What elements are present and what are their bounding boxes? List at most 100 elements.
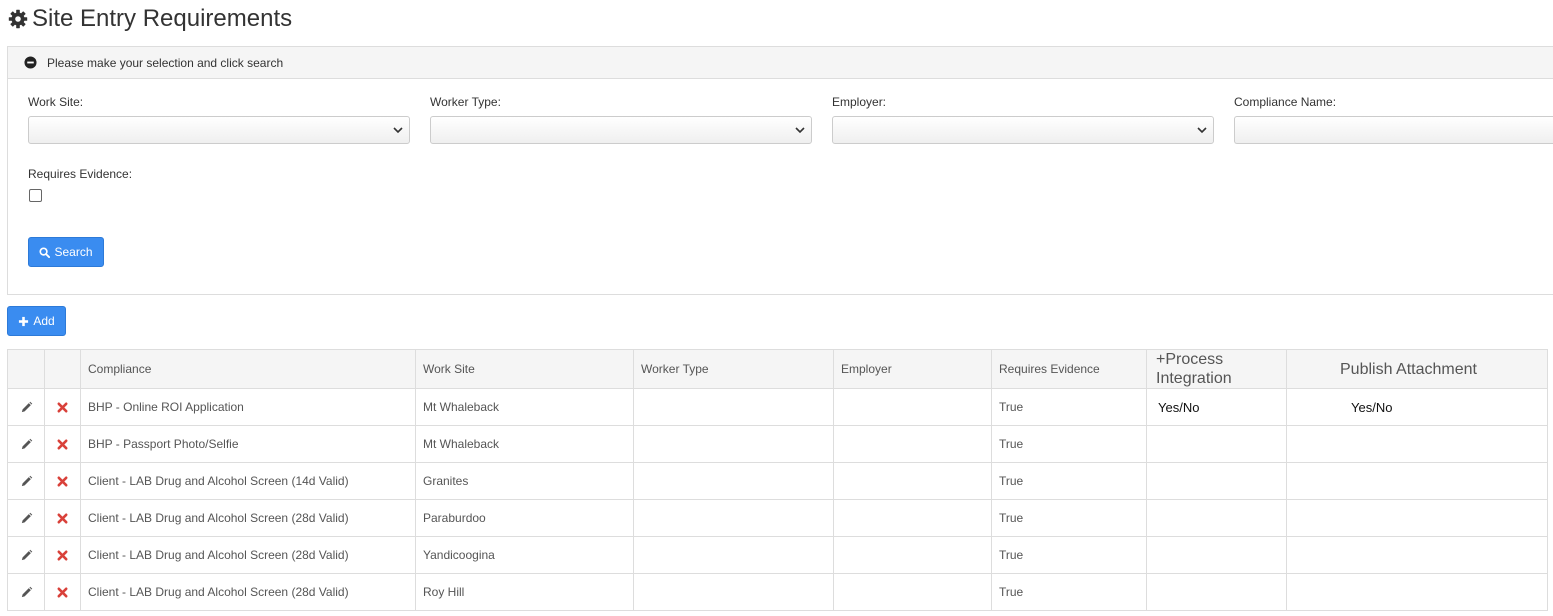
delete-cell	[44, 573, 81, 611]
requires-evidence-cell: True	[991, 388, 1147, 426]
employer-select[interactable]	[832, 116, 1214, 144]
search-panel-header[interactable]: Please make your selection and click sea…	[8, 47, 1553, 79]
work-site-cell: Paraburdoo	[415, 499, 634, 537]
pencil-icon[interactable]	[20, 586, 33, 599]
process-integration-cell	[1146, 499, 1287, 537]
table-row: Client - LAB Drug and Alcohol Screen (14…	[7, 462, 1548, 500]
header-requires-evidence[interactable]: Requires Evidence	[991, 349, 1147, 389]
compliance-cell: Client - LAB Drug and Alcohol Screen (28…	[80, 499, 416, 537]
publish-attachment-cell	[1286, 573, 1548, 611]
header-work-site[interactable]: Work Site	[415, 349, 634, 389]
header-process-integration: +Process Integration	[1146, 349, 1287, 389]
page-header: Site Entry Requirements	[8, 4, 292, 34]
header-delete	[44, 349, 81, 389]
requires-evidence-cell: True	[991, 536, 1147, 574]
employer-cell	[833, 499, 992, 537]
delete-cell	[44, 499, 81, 537]
publish-attachment-cell	[1286, 499, 1548, 537]
process-integration-cell	[1146, 425, 1287, 463]
edit-cell	[7, 536, 45, 574]
requires-evidence-cell: True	[991, 425, 1147, 463]
header-compliance[interactable]: Compliance	[80, 349, 416, 389]
work-site-label: Work Site:	[28, 95, 84, 109]
employer-label: Employer:	[832, 95, 887, 109]
search-icon	[39, 246, 51, 258]
pencil-icon[interactable]	[20, 512, 33, 525]
search-panel-title: Please make your selection and click sea…	[47, 55, 284, 70]
page-title: Site Entry Requirements	[32, 5, 293, 32]
requires-evidence-checkbox[interactable]	[29, 189, 42, 202]
process-integration-cell	[1146, 573, 1287, 611]
header-publish-attachment: Publish Attachment	[1286, 349, 1548, 389]
plus-icon	[19, 316, 29, 326]
edit-cell	[7, 425, 45, 463]
table-row: BHP - Online ROI Application Mt Whalebac…	[7, 388, 1548, 426]
table-header-row: Compliance Work Site Worker Type Employe…	[7, 349, 1548, 389]
worker-type-cell	[633, 536, 834, 574]
employer-cell	[833, 573, 992, 611]
gear-icon	[8, 9, 28, 29]
work-site-cell: Mt Whaleback	[415, 425, 634, 463]
table-row: Client - LAB Drug and Alcohol Screen (28…	[7, 573, 1548, 611]
process-integration-cell	[1146, 462, 1287, 500]
employer-cell	[833, 536, 992, 574]
chevron-down-icon	[1197, 127, 1207, 134]
search-button-label: Search	[54, 245, 93, 259]
add-button[interactable]: Add	[7, 306, 66, 336]
work-site-select[interactable]	[28, 116, 410, 144]
add-button-label: Add	[33, 314, 55, 328]
edit-cell	[7, 499, 45, 537]
publish-attachment-cell: Yes/No	[1286, 388, 1548, 426]
close-icon[interactable]	[56, 401, 69, 414]
employer-cell	[833, 388, 992, 426]
chevron-down-icon	[393, 127, 403, 134]
requires-evidence-cell: True	[991, 573, 1147, 611]
header-worker-type[interactable]: Worker Type	[633, 349, 834, 389]
publish-attachment-cell	[1286, 536, 1548, 574]
work-site-cell: Yandicoogina	[415, 536, 634, 574]
edit-cell	[7, 388, 45, 426]
requires-evidence-cell: True	[991, 499, 1147, 537]
publish-attachment-cell	[1286, 425, 1548, 463]
work-site-cell: Roy Hill	[415, 573, 634, 611]
compliance-cell: Client - LAB Drug and Alcohol Screen (28…	[80, 536, 416, 574]
publish-attachment-cell	[1286, 462, 1548, 500]
search-button[interactable]: Search	[28, 237, 104, 267]
requires-evidence-cell: True	[991, 462, 1147, 500]
close-icon[interactable]	[56, 475, 69, 488]
table-row: Client - LAB Drug and Alcohol Screen (28…	[7, 499, 1548, 537]
worker-type-select[interactable]	[430, 116, 812, 144]
worker-type-cell	[633, 499, 834, 537]
close-icon[interactable]	[56, 512, 69, 525]
requires-evidence-label: Requires Evidence:	[28, 167, 133, 181]
pencil-icon[interactable]	[20, 475, 33, 488]
worker-type-cell	[633, 425, 834, 463]
worker-type-cell	[633, 573, 834, 611]
close-icon[interactable]	[56, 549, 69, 562]
close-icon[interactable]	[56, 586, 69, 599]
header-edit	[7, 349, 45, 389]
compliance-name-input[interactable]	[1234, 116, 1553, 144]
compliance-cell: Client - LAB Drug and Alcohol Screen (14…	[80, 462, 416, 500]
worker-type-cell	[633, 462, 834, 500]
table-row: BHP - Passport Photo/Selfie Mt Whaleback…	[7, 425, 1548, 463]
compliance-cell: BHP - Passport Photo/Selfie	[80, 425, 416, 463]
work-site-cell: Granites	[415, 462, 634, 500]
close-icon[interactable]	[56, 438, 69, 451]
minus-circle-icon[interactable]	[24, 56, 37, 69]
table-row: Client - LAB Drug and Alcohol Screen (28…	[7, 536, 1548, 574]
pencil-icon[interactable]	[20, 438, 33, 451]
delete-cell	[44, 462, 81, 500]
employer-cell	[833, 425, 992, 463]
pencil-icon[interactable]	[20, 401, 33, 414]
worker-type-label: Worker Type:	[430, 95, 501, 109]
worker-type-cell	[633, 388, 834, 426]
search-panel: Please make your selection and click sea…	[7, 46, 1553, 295]
edit-cell	[7, 573, 45, 611]
delete-cell	[44, 388, 81, 426]
header-employer[interactable]: Employer	[833, 349, 992, 389]
chevron-down-icon	[795, 127, 805, 134]
employer-cell	[833, 462, 992, 500]
pencil-icon[interactable]	[20, 549, 33, 562]
work-site-cell: Mt Whaleback	[415, 388, 634, 426]
